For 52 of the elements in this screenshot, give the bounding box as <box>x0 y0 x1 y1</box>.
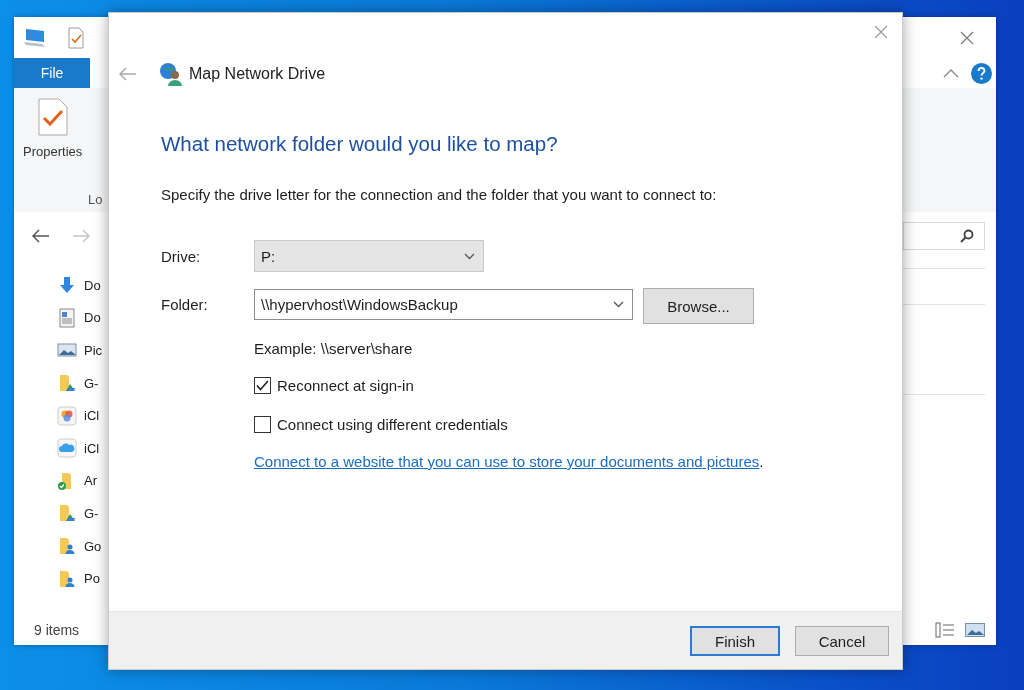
details-view-icon[interactable] <box>935 622 955 638</box>
collapse-ribbon-icon[interactable] <box>943 68 959 78</box>
cloud-icon <box>57 438 77 459</box>
checklist-icon <box>37 98 68 136</box>
dialog-heading: What network folder would you like to map? <box>161 131 559 157</box>
field-label: Drive: <box>161 247 202 265</box>
close-icon[interactable] <box>960 30 974 45</box>
back-arrow-icon[interactable] <box>32 229 50 243</box>
nav-item[interactable]: Do <box>84 310 101 326</box>
nav-item[interactable]: Pic <box>84 343 103 358</box>
checkbox[interactable] <box>254 415 271 433</box>
search-icon <box>960 229 974 243</box>
checklist-icon <box>68 26 84 49</box>
link-sentence: Connect to a website that you can use to store your documents and pictures. <box>254 452 765 472</box>
example-text: Example: \\server\share <box>254 340 414 358</box>
file-tab[interactable]: File <box>14 58 90 88</box>
nav-item[interactable]: Po <box>84 571 100 587</box>
network-drive-icon <box>159 62 183 86</box>
help-icon[interactable] <box>971 62 992 84</box>
large-icons-view-icon[interactable] <box>965 623 985 637</box>
photos-icon <box>57 405 77 426</box>
drive-dropdown[interactable]: P: <box>254 240 484 272</box>
nav-item[interactable]: Do <box>84 277 101 293</box>
nav-item[interactable]: iCl <box>84 440 100 456</box>
computer-icon <box>22 27 47 48</box>
nav-item[interactable]: G- <box>84 375 99 391</box>
folder-icon <box>57 373 77 394</box>
nav-item[interactable]: Go <box>84 538 102 554</box>
close-icon[interactable] <box>874 25 888 39</box>
finish-button[interactable]: Finish <box>690 626 780 656</box>
checkbox[interactable] <box>254 376 271 394</box>
instruction-text: Specify the drive letter for the connection and the folder that you want to connect to: <box>161 185 718 205</box>
nav-item[interactable]: G- <box>84 505 99 521</box>
field-label: Folder: <box>161 295 209 313</box>
dialog-title: Map Network Drive <box>189 65 326 83</box>
nav-item[interactable]: iCl <box>84 408 100 424</box>
folder-icon <box>57 503 77 524</box>
folder-icon <box>57 568 77 589</box>
folder-icon <box>57 536 77 557</box>
document-icon <box>57 307 77 328</box>
item-count: 9 items <box>34 622 80 638</box>
folder-combo-box[interactable]: \\hypervhost\WindowsBackup <box>254 288 633 320</box>
properties-button[interactable]: Properties <box>23 98 83 159</box>
cancel-button[interactable]: Cancel <box>795 626 889 656</box>
nav-item[interactable]: Ar <box>84 473 97 489</box>
browse-button[interactable]: Browse... <box>643 288 754 324</box>
chevron-down-icon <box>464 252 475 260</box>
checkbox-label: Connect using different credentials <box>277 415 508 433</box>
checkbox-label: Reconnect at sign-in <box>277 376 414 394</box>
search-field[interactable] <box>903 222 985 250</box>
ribbon-group-label: Lo <box>88 192 103 207</box>
chevron-down-icon <box>613 300 624 308</box>
